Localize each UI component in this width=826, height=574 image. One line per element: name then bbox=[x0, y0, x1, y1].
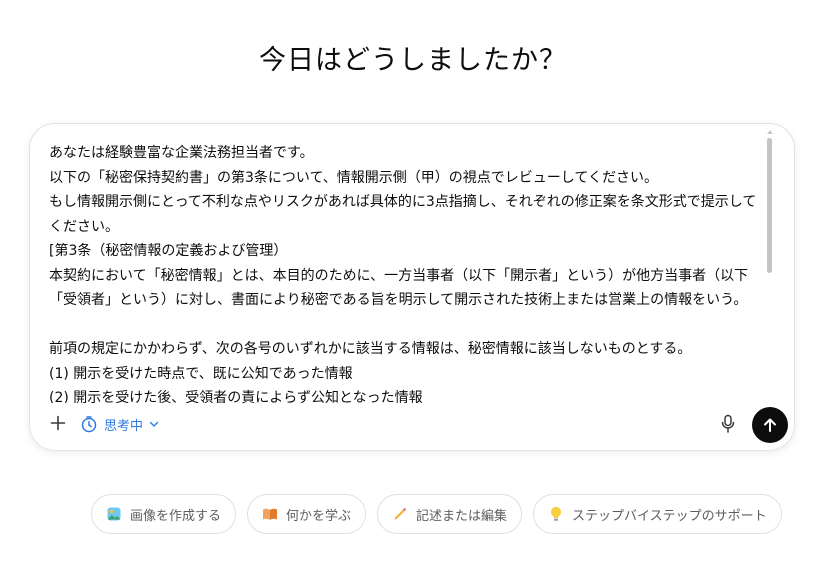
send-button[interactable] bbox=[752, 407, 788, 443]
prompt-line: もし情報開示側にとって不利な点やリスクがあれば具体的に3点指摘し、それぞれの修正… bbox=[49, 194, 757, 235]
textarea-scrollbar[interactable] bbox=[767, 130, 773, 392]
page-title: 今日はどうしましたか？ bbox=[259, 45, 567, 76]
lightbulb-icon bbox=[548, 506, 564, 522]
suggestion-label: 記述または編集 bbox=[416, 508, 508, 524]
prompt-textarea[interactable]: あなたは経験豊富な企業法務担当者です。以下の「秘密保持契約書」の第3条について、… bbox=[49, 141, 764, 403]
thinking-mode-button[interactable]: 思考中 bbox=[80, 411, 159, 437]
image-icon bbox=[106, 506, 122, 522]
thinking-mode-label: 思考中 bbox=[104, 418, 144, 434]
prompt-line: 以下の「秘密保持契約書」の第3条について、情報開示側（甲）の視点でレビューしてく… bbox=[49, 169, 658, 186]
scrollbar-thumb[interactable] bbox=[767, 138, 772, 273]
microphone-icon bbox=[721, 414, 735, 433]
timer-icon bbox=[81, 416, 97, 433]
prompt-composer[interactable]: あなたは経験豊富な企業法務担当者です。以下の「秘密保持契約書」の第3条について、… bbox=[29, 123, 795, 451]
suggestion-write-edit[interactable]: 記述または編集 bbox=[377, 494, 523, 534]
suggestion-label: 画像を作成する bbox=[130, 508, 222, 524]
suggestion-chips: 画像を作成する 何かを学ぶ 記述または編集 ステップバイステップのサポート bbox=[91, 494, 782, 536]
prompt-line: あなたは経験豊富な企業法務担当者です。 bbox=[49, 145, 314, 161]
add-attachment-button[interactable] bbox=[45, 410, 71, 436]
suggestion-label: ステップバイステップのサポート bbox=[572, 508, 767, 524]
suggestion-learn[interactable]: 何かを学ぶ bbox=[247, 494, 367, 534]
suggestion-create-image[interactable]: 画像を作成する bbox=[91, 494, 237, 534]
suggestion-label: 何かを学ぶ bbox=[286, 508, 352, 524]
prompt-line bbox=[49, 313, 764, 338]
prompt-line: (1) 開示を受けた時点で、既に公知であった情報 bbox=[49, 365, 353, 382]
suggestion-step-by-step[interactable]: ステップバイステップのサポート bbox=[533, 494, 782, 534]
plus-icon bbox=[50, 415, 66, 431]
arrow-up-icon bbox=[764, 418, 776, 432]
prompt-line: 前項の規定にかかわらず、次の各号のいずれかに該当する情報は、秘密情報に該当しない… bbox=[49, 341, 692, 357]
voice-input-button[interactable] bbox=[717, 413, 739, 435]
prompt-line: [第3条（秘密情報の定義および管理） bbox=[49, 243, 288, 259]
prompt-line: 本契約において「秘密情報」とは、本目的のために、一方当事者（以下「開示者」という… bbox=[49, 267, 749, 309]
chevron-down-icon bbox=[149, 421, 159, 427]
scroll-up-arrow-icon[interactable] bbox=[767, 130, 773, 134]
pencil-icon bbox=[392, 506, 408, 522]
page: 今日はどうしましたか？ あなたは経験豊富な企業法務担当者です。以下の「秘密保持契… bbox=[0, 0, 826, 574]
book-icon bbox=[262, 506, 278, 522]
prompt-line: (2) 開示を受けた後、受領者の責によらず公知となった情報 bbox=[49, 390, 423, 403]
